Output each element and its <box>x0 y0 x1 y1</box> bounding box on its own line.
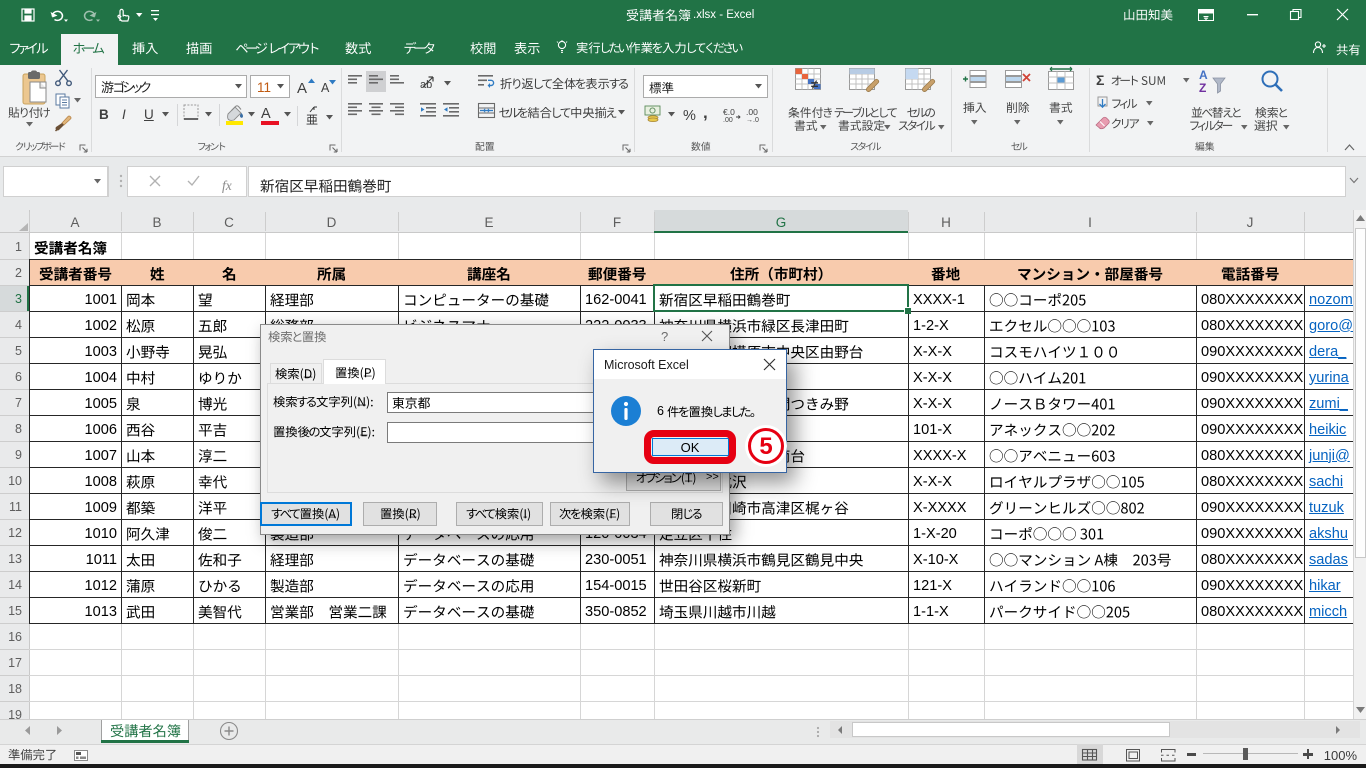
svg-text:.00: .00 <box>723 117 733 124</box>
svg-text:€.0: €.0 <box>723 107 735 117</box>
svg-text:≠: ≠ <box>811 77 818 92</box>
svg-text:5: 5 <box>759 433 772 460</box>
svg-text:→.0: →.0 <box>746 117 759 124</box>
svg-text:.00: .00 <box>746 107 758 117</box>
svg-text:Z: Z <box>1199 81 1206 95</box>
svg-text:ab: ab <box>420 79 432 91</box>
svg-text:A: A <box>1199 68 1208 82</box>
